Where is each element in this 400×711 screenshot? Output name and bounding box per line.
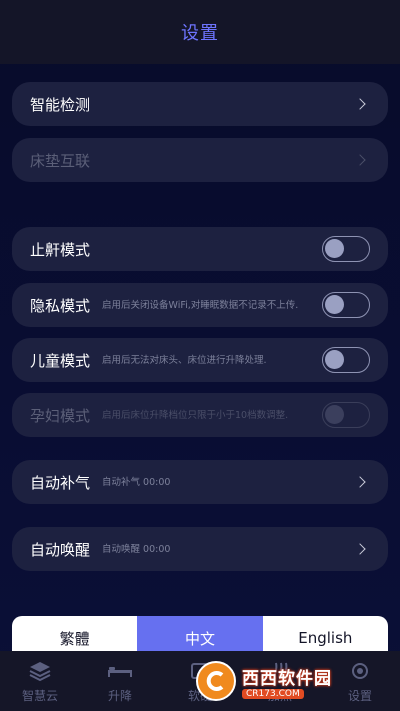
watermark-text: 西西软件园 CR173.COM xyxy=(242,664,332,699)
smart-detect-row[interactable]: 智能检测 xyxy=(12,82,388,126)
chevron-right-icon xyxy=(354,476,366,488)
privacy-label: 隐私模式 xyxy=(30,296,91,315)
auto-wake-time: 自动唤醒 00:00 xyxy=(102,543,171,555)
tab-lift[interactable]: 升降 xyxy=(80,651,160,711)
watermark-url: CR173.COM xyxy=(242,688,304,699)
toggle-knob xyxy=(325,295,344,314)
child-label: 儿童模式 xyxy=(30,351,91,370)
pregnant-label: 孕妇模式 xyxy=(30,406,91,425)
tab-smart-cloud[interactable]: 智慧云 xyxy=(0,651,80,711)
mattress-link-row[interactable]: 床垫互联 xyxy=(12,138,388,182)
auto-inflate-time: 自动补气 00:00 xyxy=(102,476,171,488)
top-bar: 设置 xyxy=(0,0,400,64)
pregnant-toggle[interactable] xyxy=(322,402,370,428)
auto-inflate-row[interactable]: 自动补气 自动补气 00:00 xyxy=(12,460,388,504)
anti-snore-label: 止鼾模式 xyxy=(30,240,91,259)
smart-detect-label: 智能检测 xyxy=(30,95,91,114)
chevron-right-icon xyxy=(354,98,366,110)
pregnant-description: 启用后床位升降档位只限于小于10档数调整. xyxy=(102,409,289,421)
anti-snore-toggle[interactable] xyxy=(322,236,370,262)
auto-inflate-label: 自动补气 xyxy=(30,473,91,492)
child-row: 儿童模式 启用后无法对床头、床位进行升降处理. xyxy=(12,338,388,382)
bed-icon xyxy=(106,659,134,683)
layers-icon xyxy=(28,659,52,683)
privacy-row: 隐私模式 启用后关闭设备WiFi,对睡眠数据不记录不上传. xyxy=(12,283,388,327)
child-description: 启用后无法对床头、床位进行升降处理. xyxy=(102,354,267,366)
toggle-knob xyxy=(325,350,344,369)
toggle-knob xyxy=(325,239,344,258)
watermark-title: 西西软件园 xyxy=(242,668,332,689)
anti-snore-row: 止鼾模式 xyxy=(12,227,388,271)
pregnant-row: 孕妇模式 启用后床位升降档位只限于小于10档数调整. xyxy=(12,393,388,437)
child-toggle[interactable] xyxy=(322,347,370,373)
toggle-knob xyxy=(325,405,344,424)
page-title: 设置 xyxy=(181,23,219,44)
auto-wake-label: 自动唤醒 xyxy=(30,540,91,559)
watermark: 西西软件园 CR173.COM xyxy=(196,656,390,706)
watermark-logo-icon xyxy=(196,661,236,701)
auto-wake-row[interactable]: 自动唤醒 自动唤醒 00:00 xyxy=(12,527,388,571)
chevron-right-icon xyxy=(354,543,366,555)
chevron-right-icon xyxy=(354,154,366,166)
mattress-link-label: 床垫互联 xyxy=(30,151,91,170)
tab-label: 智慧云 xyxy=(21,688,58,703)
tab-label: 升降 xyxy=(107,688,132,703)
privacy-toggle[interactable] xyxy=(322,292,370,318)
privacy-description: 启用后关闭设备WiFi,对睡眠数据不记录不上传. xyxy=(102,299,299,311)
